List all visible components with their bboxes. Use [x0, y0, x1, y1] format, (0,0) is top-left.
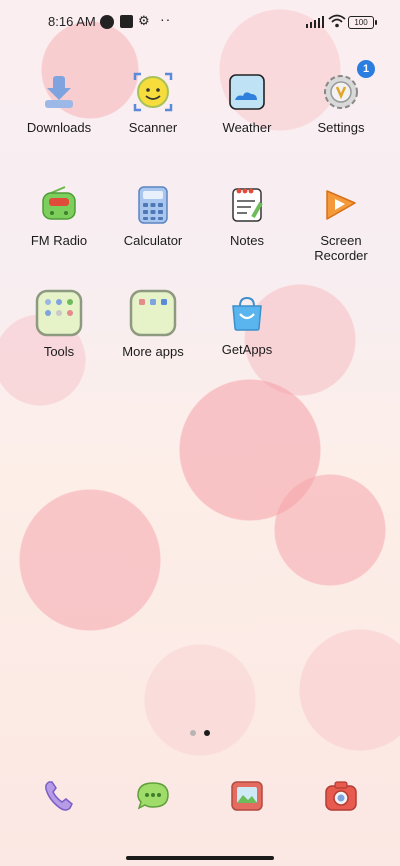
app-screen-recorder[interactable]: Screen Recorder [295, 183, 387, 263]
gear-icon: ⚙ [138, 13, 150, 28]
app-label: Downloads [26, 120, 92, 135]
app-label: More apps [122, 344, 184, 359]
folder-icon [128, 288, 178, 338]
dock-messages[interactable] [123, 778, 183, 814]
folder-icon [34, 288, 84, 338]
radio-icon [37, 183, 81, 227]
app-downloads[interactable]: Downloads [13, 70, 105, 135]
app-label: Tools [43, 344, 75, 359]
download-icon [37, 70, 81, 114]
weather-icon [225, 70, 269, 114]
scanner-icon [131, 70, 175, 114]
dock-phone[interactable] [29, 778, 89, 814]
notes-icon [225, 183, 269, 227]
phone-icon [41, 778, 77, 814]
screen-recorder-icon [319, 183, 363, 227]
page-dot[interactable] [190, 730, 196, 736]
more-notifications-icon: ·· [160, 11, 172, 27]
app-label: GetApps [221, 342, 273, 357]
getapps-icon [225, 292, 269, 336]
dock [0, 778, 400, 818]
dock-gallery[interactable] [217, 778, 277, 814]
app-label: Weather [222, 120, 272, 135]
camera-icon [323, 778, 359, 814]
app-scanner[interactable]: Scanner [107, 70, 199, 135]
gesture-navigation-bar[interactable] [126, 856, 274, 860]
app-label: Notes [230, 233, 264, 248]
page-indicator [0, 730, 400, 736]
notification-app-icon [100, 15, 114, 29]
signal-icon [306, 16, 324, 28]
app-getapps[interactable]: GetApps [201, 292, 293, 357]
app-label: Screen Recorder [314, 233, 368, 263]
app-label: Calculator [123, 233, 183, 248]
app-calculator[interactable]: Calculator [107, 183, 199, 248]
folder-tools[interactable]: Tools [13, 288, 105, 359]
calculator-icon [131, 183, 175, 227]
app-settings[interactable]: 1 Settings [295, 60, 387, 135]
app-label: Settings [317, 120, 365, 135]
app-label: Scanner [128, 120, 178, 135]
battery-level: 100 [354, 18, 368, 27]
battery-icon: 100 [348, 16, 377, 29]
folder-more-apps[interactable]: More apps [107, 288, 199, 359]
app-weather[interactable]: Weather [201, 70, 293, 135]
page-dot-active[interactable] [204, 730, 210, 736]
status-time: 8:16 AM [48, 14, 96, 29]
app-fm-radio[interactable]: FM Radio [13, 183, 105, 248]
notification-square-icon [120, 15, 133, 28]
status-bar: 8:16 AM ⚙ ·· 100 [0, 11, 400, 34]
app-notes[interactable]: Notes [201, 183, 293, 248]
dock-camera[interactable] [311, 778, 371, 814]
app-label: FM Radio [30, 233, 88, 248]
gallery-icon [229, 778, 265, 814]
messages-icon [135, 778, 171, 814]
wifi-icon [328, 14, 346, 28]
settings-icon: 1 [319, 60, 375, 114]
notification-badge: 1 [357, 60, 375, 78]
